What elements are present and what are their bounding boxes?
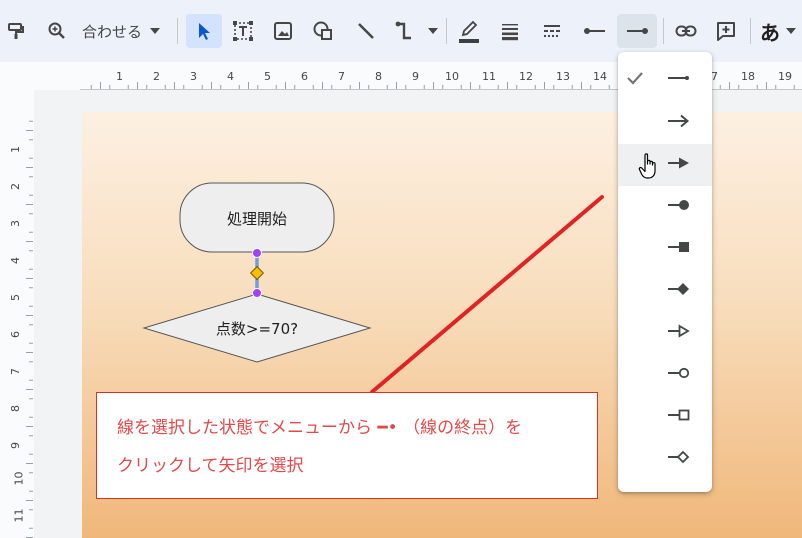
line-end-filled-square-item[interactable] <box>618 228 712 270</box>
line-end-filled-circle-item[interactable] <box>618 186 712 228</box>
line-end-open-arrow-item[interactable] <box>618 102 712 144</box>
line-end-hollow-arrow-item[interactable] <box>618 312 712 354</box>
selection-handle-start[interactable] <box>252 248 262 258</box>
line-end-hollow-diamond-item[interactable] <box>618 438 712 480</box>
line-end-filled-arrow-item[interactable] <box>618 144 712 186</box>
instruction-callout: 線を選択した状態でメニューから ━• （線の終点）を クリックして矢印を選択 <box>96 392 598 499</box>
start-terminal-label: 処理開始 <box>226 210 287 228</box>
line-end-menu <box>618 52 712 492</box>
line-end-hollow-circle-item[interactable] <box>618 354 712 396</box>
hollow-circle-icon <box>668 367 690 379</box>
line-end-none-item[interactable] <box>618 59 712 101</box>
line-end-none-icon <box>668 76 689 80</box>
hand-pointer-icon <box>638 153 656 179</box>
filled-square-icon <box>668 242 689 252</box>
decision-label: 点数>=70? <box>215 320 299 338</box>
instruction-line-1: 線を選択した状態でメニューから ━• （線の終点）を <box>117 418 523 438</box>
hollow-square-icon <box>668 409 690 421</box>
hollow-arrow-icon <box>668 324 690 338</box>
drawing-editor: 合わせる あ 1 2 3 4 5 6 7 8 9 10 11 12 13 14 … <box>0 0 802 538</box>
filled-circle-icon <box>668 200 689 210</box>
connector-line[interactable] <box>370 195 604 394</box>
filled-diamond-icon <box>668 283 689 295</box>
line-end-filled-diamond-item[interactable] <box>618 270 712 312</box>
selection-handle-end[interactable] <box>252 288 262 298</box>
instruction-line-2: クリックして矢印を選択 <box>117 456 304 476</box>
hollow-diamond-icon <box>668 450 690 464</box>
filled-arrow-icon <box>668 157 689 169</box>
adjust-handle[interactable] <box>249 265 265 281</box>
line-end-hollow-square-item[interactable] <box>618 396 712 438</box>
open-arrow-icon <box>668 114 690 128</box>
